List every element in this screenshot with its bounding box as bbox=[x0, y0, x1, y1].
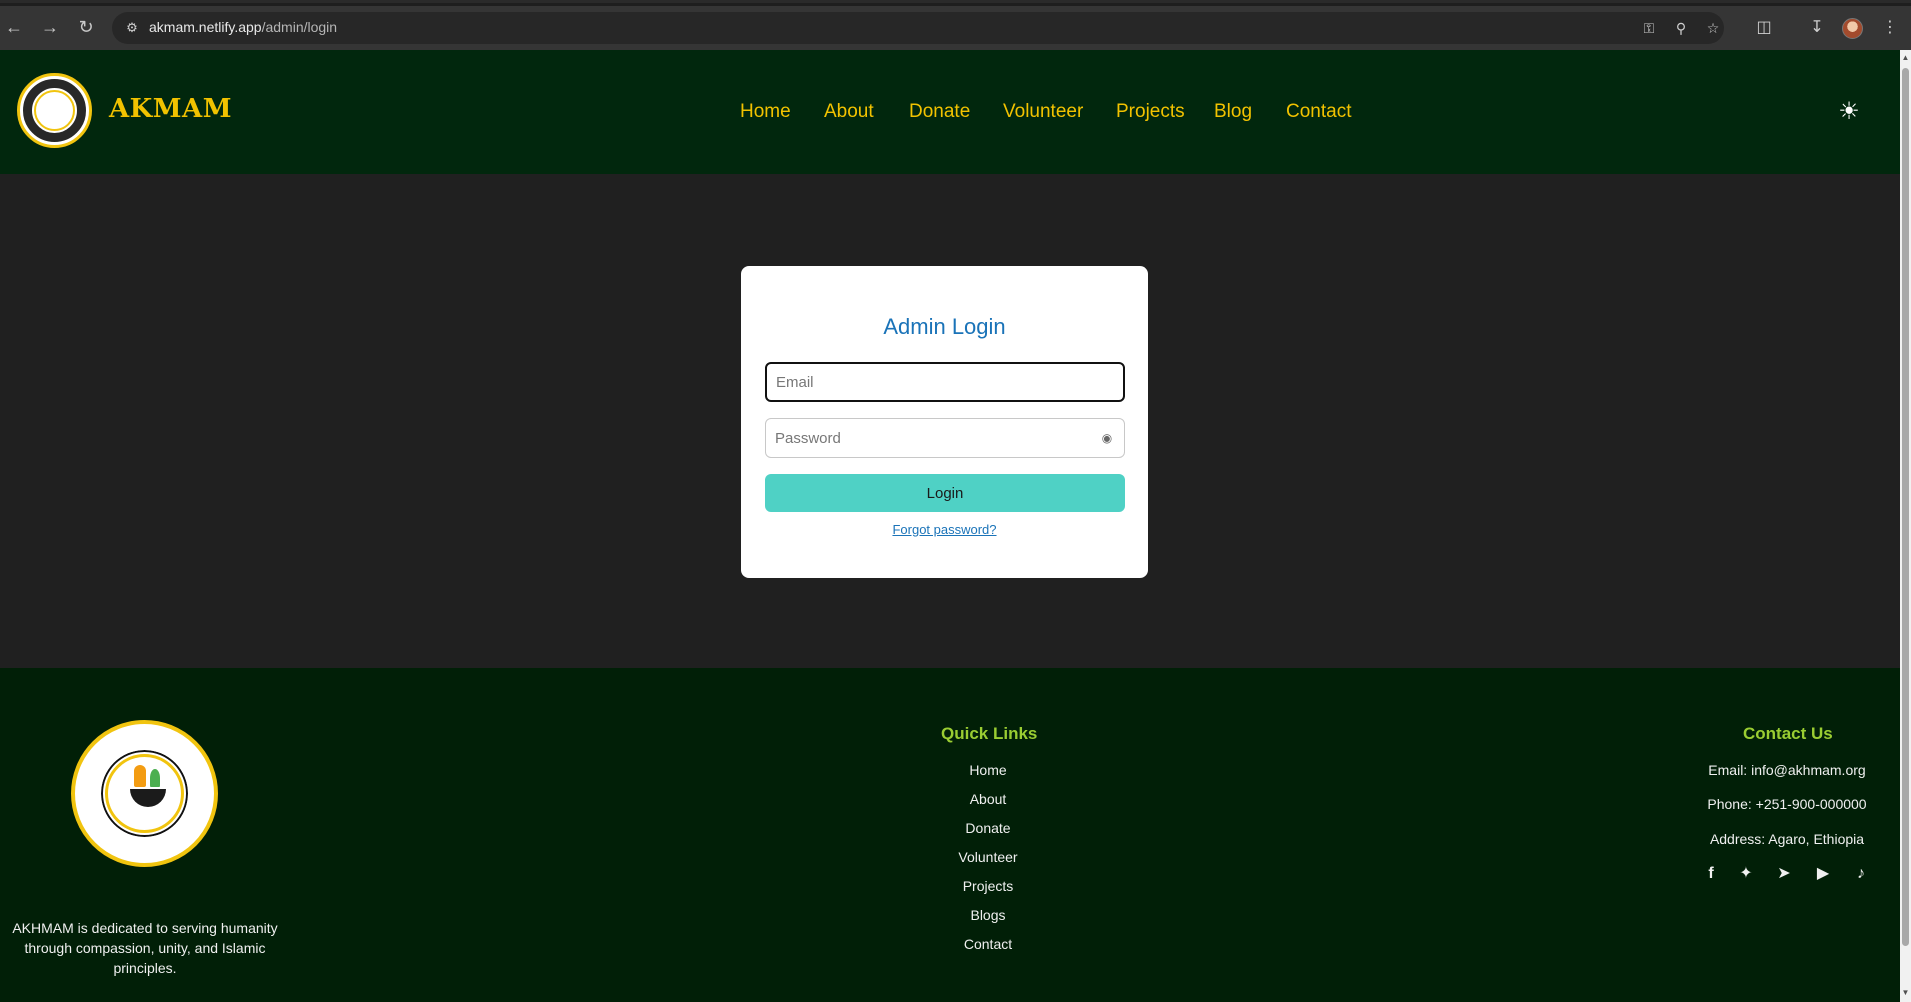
facebook-icon[interactable]: f bbox=[1700, 863, 1722, 885]
email-input[interactable] bbox=[767, 364, 1123, 400]
forward-icon[interactable]: → bbox=[38, 15, 62, 39]
password-input[interactable] bbox=[766, 419, 1124, 457]
tab-strip bbox=[0, 3, 1911, 6]
site-footer: AKHMAM is dedicated to serving humanity … bbox=[0, 668, 1900, 1002]
plant-icon bbox=[150, 769, 160, 787]
footer-link-blogs[interactable]: Blogs bbox=[888, 907, 1088, 923]
footer-link-home[interactable]: Home bbox=[888, 762, 1088, 778]
sun-icon[interactable]: ☀ bbox=[1836, 99, 1862, 125]
login-card: Admin Login ◉ Login Forgot password? bbox=[741, 266, 1148, 578]
browser-toolbar: ← → ↻ ⚙ akmam.netlify.app/admin/login ⚿ … bbox=[0, 0, 1911, 50]
footer-logo-emblem bbox=[105, 754, 184, 833]
contact-address: Address: Agaro, Ethiopia bbox=[1709, 831, 1865, 847]
scroll-down-icon[interactable]: ▼ bbox=[1901, 988, 1910, 997]
logo-emblem bbox=[34, 90, 75, 131]
youtube-icon[interactable]: ▶ bbox=[1812, 863, 1834, 885]
star-icon[interactable]: ☆ bbox=[1703, 18, 1723, 38]
puzzle-icon[interactable]: ◫ bbox=[1752, 16, 1776, 40]
zoom-icon[interactable]: ⚲ bbox=[1671, 18, 1691, 38]
page-scrollbar[interactable]: ▲ ▼ bbox=[1900, 50, 1911, 1002]
footer-about-text: AKHMAM is dedicated to serving humanity … bbox=[12, 920, 278, 976]
back-icon[interactable]: ← bbox=[2, 15, 26, 39]
hands-icon bbox=[130, 789, 166, 807]
kebab-menu-icon[interactable]: ⋮ bbox=[1878, 16, 1902, 40]
email-field[interactable] bbox=[765, 362, 1125, 402]
twitter-icon[interactable]: ✦ bbox=[1735, 863, 1757, 885]
nav-contact[interactable]: Contact bbox=[1286, 101, 1351, 123]
footer-link-volunteer[interactable]: Volunteer bbox=[888, 849, 1088, 865]
download-icon[interactable]: ↧ bbox=[1805, 16, 1829, 40]
password-field[interactable]: ◉ bbox=[765, 418, 1125, 458]
telegram-icon[interactable]: ➤ bbox=[1773, 863, 1795, 885]
footer-link-donate[interactable]: Donate bbox=[888, 820, 1088, 836]
reload-icon[interactable]: ↻ bbox=[74, 15, 98, 39]
nav-blog[interactable]: Blog bbox=[1214, 101, 1252, 123]
scroll-thumb[interactable] bbox=[1902, 68, 1909, 946]
address-bar[interactable]: ⚙ akmam.netlify.app/admin/login ⚿ ⚲ ☆ bbox=[112, 12, 1724, 44]
footer-link-projects[interactable]: Projects bbox=[888, 878, 1088, 894]
footer-logo bbox=[71, 720, 218, 867]
footer-link-contact[interactable]: Contact bbox=[888, 936, 1088, 952]
scroll-up-icon[interactable]: ▲ bbox=[1901, 53, 1910, 62]
url-path: /admin/login bbox=[261, 19, 338, 35]
logo[interactable] bbox=[17, 73, 92, 148]
footer-link-about[interactable]: About bbox=[888, 791, 1088, 807]
nav-about[interactable]: About bbox=[824, 101, 874, 123]
url-text[interactable]: akmam.netlify.app/admin/login bbox=[149, 19, 337, 35]
forgot-password-link[interactable]: Forgot password? bbox=[741, 522, 1148, 537]
contact-heading: Contact Us bbox=[1743, 724, 1833, 743]
avatar[interactable] bbox=[1842, 18, 1863, 39]
nav-projects[interactable]: Projects bbox=[1116, 101, 1185, 123]
site-header: AKMAM Home About Donate Volunteer Projec… bbox=[0, 50, 1900, 174]
site-info-icon[interactable]: ⚙ bbox=[122, 18, 142, 38]
nav-home[interactable]: Home bbox=[740, 101, 791, 123]
quick-links-heading: Quick Links bbox=[941, 724, 1038, 743]
person-figure-icon bbox=[134, 765, 146, 787]
login-title: Admin Login bbox=[883, 314, 1006, 339]
contact-phone: Phone: +251-900-000000 bbox=[1707, 796, 1867, 812]
site-name[interactable]: AKMAM bbox=[109, 94, 232, 124]
contact-email: Email: info@akhmam.org bbox=[1708, 762, 1866, 778]
nav-donate[interactable]: Donate bbox=[909, 101, 970, 123]
nav-volunteer[interactable]: Volunteer bbox=[1003, 101, 1083, 123]
key-icon[interactable]: ⚿ bbox=[1639, 18, 1659, 38]
login-button[interactable]: Login bbox=[765, 474, 1125, 512]
eye-icon[interactable]: ◉ bbox=[1100, 431, 1114, 445]
tiktok-icon[interactable]: ♪ bbox=[1850, 863, 1872, 885]
url-host: akmam.netlify.app bbox=[149, 19, 262, 35]
